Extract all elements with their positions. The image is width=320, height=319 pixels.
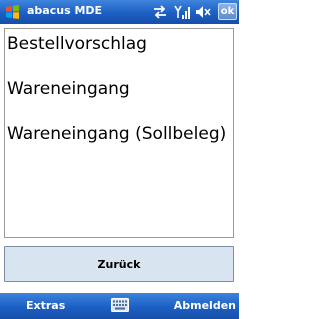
extras-softkey[interactable]: Extras — [26, 299, 65, 312]
volume-icon[interactable] — [195, 5, 211, 19]
signal-strength-icon[interactable] — [174, 5, 190, 19]
ok-button[interactable]: ok — [218, 3, 237, 20]
list-item-wareneingang[interactable]: Wareneingang — [7, 79, 130, 99]
menu-list: Bestellvorschlag Wareneingang Wareneinga… — [4, 28, 234, 238]
windows-start-icon[interactable] — [5, 5, 20, 19]
back-button[interactable]: Zurück — [4, 246, 234, 282]
abmelden-softkey[interactable]: Abmelden — [174, 299, 236, 312]
app-title: abacus MDE — [27, 4, 103, 17]
title-bar: abacus MDE ok — [0, 0, 239, 24]
connectivity-arrows-icon[interactable] — [152, 5, 168, 19]
softkey-bar: Extras Abmelden — [0, 293, 239, 319]
list-item-bestellvorschlag[interactable]: Bestellvorschlag — [7, 34, 147, 54]
list-item-wareneingang-sollbeleg[interactable]: Wareneingang (Sollbeleg) — [7, 124, 226, 144]
keyboard-icon[interactable] — [111, 298, 129, 312]
